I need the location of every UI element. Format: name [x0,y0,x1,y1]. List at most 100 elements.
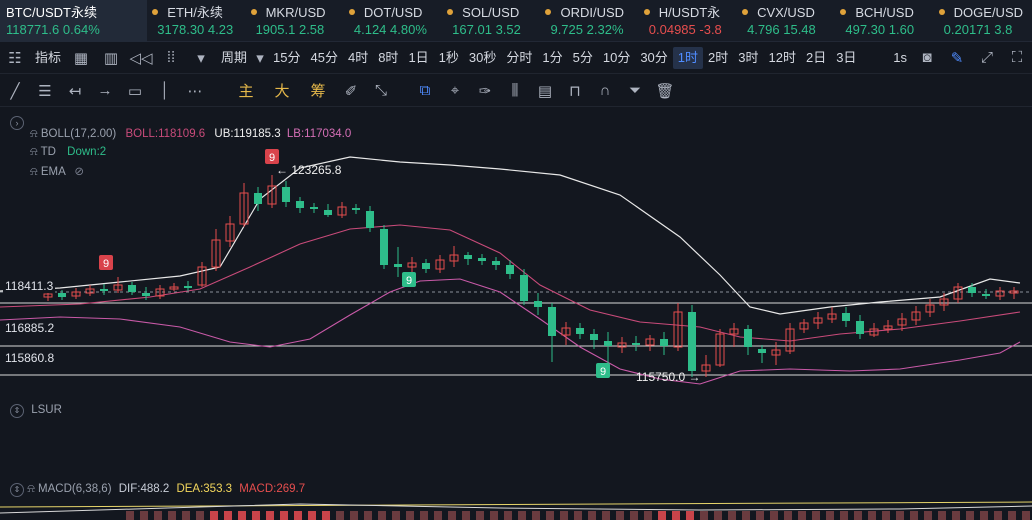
timeframe-button[interactable]: 1分 [537,47,567,69]
period-button[interactable]: 周期 [216,47,252,69]
macd-histogram-value: MACD:269.7 [239,483,306,495]
layout-icon[interactable]: ▥ [96,49,126,67]
pen-icon[interactable]: ✎ [942,49,972,67]
macd-dea-line [0,501,1032,508]
expand-icon[interactable]: ⤢ [972,49,1002,66]
trendline-icon[interactable]: ╱ [0,82,30,100]
period-dropdown-icon[interactable]: ▾ [252,49,268,67]
candle-body [100,289,108,291]
macd-histogram-bar [532,511,540,520]
macd-histogram-bar [140,511,148,520]
fullscreen-icon[interactable]: ⛶ [1002,49,1032,66]
ticker-quote: 167.01 3.52 [452,21,540,39]
macd-histogram-bar [770,511,778,520]
vertical-line-icon[interactable]: │ [150,82,180,99]
macd-histogram-bar [812,511,820,520]
resize-icon[interactable]: ⤡ [366,82,396,99]
horizontal-ray-icon[interactable]: → [90,82,120,99]
ray-line-icon[interactable]: ↤ [60,82,90,100]
bell-icon[interactable]: ⍾ [30,128,38,140]
candle-body [856,321,864,334]
rewind-icon[interactable]: ◁◁ [126,49,156,67]
timeframe-button[interactable]: 1秒 [434,47,464,69]
ticker-symbol: SOL/USD [462,5,520,20]
chip-button[interactable]: 筹 [300,80,336,101]
eye-slash-icon[interactable]: ⊘ [74,166,84,178]
rectangle-icon[interactable]: ▭ [120,82,150,100]
macd-histogram-bar [616,511,624,520]
ticker-change: 15.48 [783,22,816,37]
macd-histogram-bar [504,511,512,520]
lock-icon[interactable]: ⊓ [560,82,590,100]
candle-body [604,341,612,346]
ticker-change: 2.32% [586,22,624,37]
big-order-button[interactable]: 大 [264,80,300,101]
horizontal-lines-icon[interactable]: ☰ [30,82,60,100]
calendar-icon[interactable]: ▦ [66,49,96,67]
brush-icon[interactable]: ✑ [470,82,500,100]
timeframe-button[interactable]: 45分 [306,47,343,69]
trash-icon[interactable]: 🗑 [650,82,680,100]
edit-icon[interactable]: ✐ [336,82,366,100]
ticker-item[interactable]: ORDI/USD 9.725 2.32% [540,0,638,42]
ticker-item[interactable]: BCH/USD 497.30 1.60 [835,0,933,42]
ruler-icon[interactable]: ⌖ [440,82,470,99]
grid-dropdown-icon[interactable]: ▾ [186,49,216,67]
macd-histogram-bar [644,511,652,520]
timeframe-button[interactable]: 5分 [568,47,598,69]
ticker-item[interactable]: H/USDT永 0.04985 -3.8 [639,0,737,42]
ticker-item[interactable]: DOT/USD 4.124 4.80% [344,0,442,42]
timeframe-button[interactable]: 2日 [801,47,831,69]
ticker-item[interactable]: SOL/USD 167.01 3.52 [442,0,540,42]
timeframe-button[interactable]: 2时 [703,47,733,69]
candle-body [632,343,640,345]
indicators-button[interactable]: 指标 [30,47,66,69]
timeframe-button[interactable]: 4时 [343,47,373,69]
timeframe-button[interactable]: 30秒 [464,47,501,69]
collapse-icon[interactable]: ⇕ [10,483,24,497]
ticker-item[interactable]: CVX/USD 4.796 15.48 [737,0,835,42]
seconds-button[interactable]: 1s [888,47,912,69]
chart-canvas[interactable]: 9 9 9 9 [0,107,1032,520]
ticker-item[interactable]: BTC/USDT永续 118771.6 0.64% [0,0,148,42]
ticker-quote: 118771.6 0.64% [6,21,147,39]
macd-histogram-bar [392,511,400,520]
bell-icon[interactable]: ⍾ [30,166,38,178]
ticker-bar: BTC/USDT永续 118771.6 0.64% ETH/永续 3178.30 4.… [0,0,1032,42]
ticker-item[interactable]: ETH/永续 3178.30 4.23 [147,0,245,42]
bell-icon[interactable]: ⍾ [30,146,38,158]
timeframe-button[interactable]: 8时 [373,47,403,69]
more-icon[interactable]: ⋯ [180,82,210,100]
chevron-icon[interactable]: › [10,116,24,130]
timeframe-button[interactable]: 3时 [733,47,763,69]
price-chart[interactable]: 9 9 9 9 › ⍾ BOLL(17,2.00) BOLL:118109.6 UB:… [0,107,1032,520]
ticker-item[interactable]: MKR/USD 1905.1 2.58 [246,0,344,42]
timeframe-button[interactable]: 30分 [635,47,672,69]
macd-histogram-bar [700,511,708,520]
timeframe-button[interactable]: 1时 [672,46,704,69]
main-chart-button[interactable]: 主 [228,80,264,101]
timeframe-button[interactable]: 12时 [764,47,801,69]
copy-icon[interactable]: ⧉ [410,82,440,99]
macd-histogram-bar [784,511,792,520]
magnet-icon[interactable]: ∩ [590,82,620,99]
indicators-icon[interactable]: ☷ [0,49,30,67]
grid-icon[interactable]: ⁞⁞ [156,49,186,66]
timeframe-button[interactable]: 1日 [403,47,433,69]
ticker-symbol: BCH/USD [855,5,914,20]
timeframe-button[interactable]: 3日 [831,47,861,69]
timeframe-button[interactable]: 10分 [598,47,635,69]
filter-icon[interactable]: ⏷ [620,82,650,99]
camera-icon[interactable]: ◙ [912,49,942,66]
collapse-icon[interactable]: ⇕ [10,404,24,418]
candles-icon[interactable]: ⫼ [500,82,530,99]
candle-body [520,275,528,301]
ticker-item[interactable]: DOGE/USD 0.20171 3.8 [934,0,1032,42]
td-value: Down:2 [67,146,107,158]
macd-histogram-bar [448,511,456,520]
timeframe-button[interactable]: 15分 [268,47,305,69]
timeframe-button[interactable]: 分时 [501,47,537,69]
bell-icon[interactable]: ⍾ [27,483,35,495]
lsur-name: LSUR [31,404,62,416]
chart-icon[interactable]: ▤ [530,82,560,100]
